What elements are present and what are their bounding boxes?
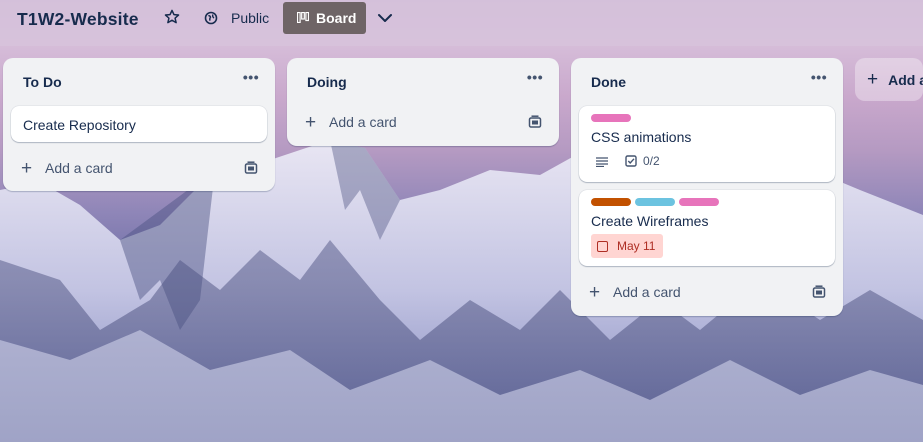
list-title[interactable]: To Do xyxy=(23,74,62,90)
board-header: T1W2-Website Public Board xyxy=(0,0,923,46)
star-board-button[interactable] xyxy=(162,8,182,28)
card-label-pink[interactable] xyxy=(591,114,631,122)
list-todo: To Do ••• Create Repository + Add a card xyxy=(3,58,275,191)
due-date-label: May 11 xyxy=(617,239,656,253)
card-template-icon[interactable] xyxy=(528,115,542,129)
description-icon xyxy=(596,157,608,167)
add-list-button[interactable]: + Add another list xyxy=(855,58,923,101)
add-card-button[interactable]: + Add a card xyxy=(21,157,113,179)
more-horizontal-icon: ••• xyxy=(526,69,544,85)
more-horizontal-icon: ••• xyxy=(810,69,828,85)
board-view-button[interactable]: Board xyxy=(283,2,366,34)
checklist-count: 0/2 xyxy=(643,154,660,168)
card-label-orange[interactable] xyxy=(591,198,631,206)
card-title: Create Wireframes xyxy=(591,213,709,229)
add-card-button[interactable]: + Add a card xyxy=(589,281,681,303)
card-label-pink[interactable] xyxy=(679,198,719,206)
star-icon xyxy=(164,9,180,24)
list-menu-button[interactable]: ••• xyxy=(523,70,547,88)
add-card-label: Add a card xyxy=(45,160,113,176)
add-card-label: Add a card xyxy=(613,284,681,300)
card-title: CSS animations xyxy=(591,129,692,145)
plus-icon: + xyxy=(21,157,33,179)
board-view-icon xyxy=(297,12,309,23)
board-title[interactable]: T1W2-Website xyxy=(17,9,139,30)
card-create-wireframes[interactable]: Create Wireframes May 11 xyxy=(579,190,835,266)
checklist-badge: 0/2 xyxy=(625,154,660,168)
card-title: Create Repository xyxy=(23,117,136,133)
card-label-sky[interactable] xyxy=(635,198,675,206)
clock-icon xyxy=(597,240,608,252)
chevron-down-icon[interactable] xyxy=(376,9,394,27)
board-view-label: Board xyxy=(316,10,357,26)
list-menu-button[interactable]: ••• xyxy=(239,70,263,88)
plus-icon: + xyxy=(305,111,317,133)
globe-icon xyxy=(204,11,218,25)
plus-icon: + xyxy=(867,68,879,90)
card-template-icon[interactable] xyxy=(244,161,258,175)
more-horizontal-icon: ••• xyxy=(242,69,260,85)
list-title[interactable]: Doing xyxy=(307,74,347,90)
list-doing: Doing ••• + Add a card xyxy=(287,58,559,146)
visibility-label: Public xyxy=(231,10,270,26)
card-create-repository[interactable]: Create Repository xyxy=(11,106,267,142)
card-template-icon[interactable] xyxy=(812,285,826,299)
list-title[interactable]: Done xyxy=(591,74,626,90)
list-done: Done ••• CSS animations 0/2 Create Wiref… xyxy=(571,58,843,316)
visibility-button[interactable]: Public xyxy=(204,7,269,29)
add-card-label: Add a card xyxy=(329,114,397,130)
add-list-label: Add another list xyxy=(888,71,923,88)
list-menu-button[interactable]: ••• xyxy=(807,70,831,88)
checklist-icon xyxy=(625,155,637,167)
card-css-animations[interactable]: CSS animations 0/2 xyxy=(579,106,835,182)
plus-icon: + xyxy=(589,281,601,303)
due-date-badge[interactable]: May 11 xyxy=(591,234,664,258)
add-card-button[interactable]: + Add a card xyxy=(305,111,397,133)
